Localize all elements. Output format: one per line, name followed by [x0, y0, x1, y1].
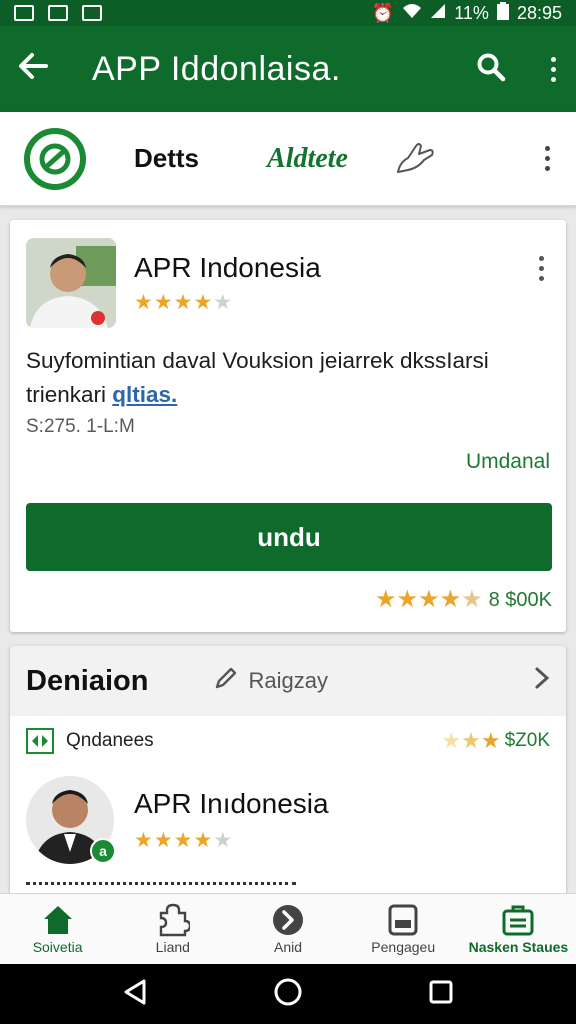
nav-item-status[interactable]: Nasken Staues [461, 894, 576, 964]
truncated-text [26, 882, 296, 892]
app-status: Umdanal [465, 450, 550, 473]
nav-label-status: Nasken Staues [468, 939, 569, 955]
status-bar: ⏰ 11% 28:95 [0, 0, 576, 26]
search-icon[interactable] [476, 52, 506, 87]
hand-pointer-icon[interactable] [394, 136, 438, 181]
nav-item-device[interactable]: Pengageu [346, 894, 461, 964]
nav-item-apps[interactable]: Liand [115, 894, 230, 964]
battery-icon [496, 1, 509, 25]
app-description: Suyfomintian daval Vouksion jeiarrek dks… [26, 344, 556, 412]
app-name: APR Indonesia [134, 252, 321, 283]
app-rating-stars: ★ ★ ★ ★ ★ [134, 291, 233, 314]
verified-badge-icon: a [90, 838, 116, 864]
more-vert-icon[interactable] [548, 56, 558, 82]
app-size: S:275. 1-L:M [26, 416, 135, 437]
puzzle-icon [159, 903, 190, 937]
home-circle-icon[interactable] [273, 977, 303, 1012]
image-notification-icon [14, 5, 34, 21]
app-logo-icon[interactable] [24, 127, 86, 190]
section-edit-action[interactable]: Raigzay [214, 666, 328, 696]
nav-label-apps: Liand [155, 939, 190, 955]
nav-label-discover: Anid [273, 939, 303, 955]
app-bar-title: APP Iddonlaisa. [92, 49, 341, 88]
description-link[interactable]: qltias. [112, 382, 177, 407]
bottom-navigation: Soivetia Liand Anid Pengageu Nasken Stau… [0, 893, 576, 964]
arrow-back-icon[interactable] [18, 52, 58, 86]
app-bar: APP Iddonlaisa. [0, 26, 576, 112]
section-card: Deniaion Raigzay Qndanees ★ ★ ★ $Z0K a A… [10, 646, 566, 906]
alarm-icon: ⏰ [371, 2, 395, 23]
section-sub-stars: ★ ★ ★ [441, 728, 501, 753]
device-icon [388, 904, 418, 936]
notification-icons [14, 5, 102, 21]
tab-details[interactable]: Detts [134, 143, 199, 174]
chevron-right-icon[interactable] [534, 664, 550, 698]
section-sub-rating: ★ ★ ★ $Z0K [441, 730, 550, 752]
app-avatar-image [26, 238, 116, 328]
card-more-icon[interactable] [536, 256, 546, 281]
nav-label-device: Pengageu [371, 939, 436, 955]
app-detail-card: APR Indonesia ★ ★ ★ ★ ★ Suyfomintian daval V… [10, 220, 566, 632]
install-button[interactable]: undu [26, 503, 552, 571]
category-strip: Detts Aldtete [0, 112, 576, 206]
arrow-circle-icon [273, 905, 303, 935]
back-triangle-icon[interactable] [122, 978, 148, 1011]
wifi-icon [402, 3, 422, 24]
footer-rating-value: 8 $00K [488, 588, 552, 611]
document-notification-icon [48, 5, 68, 21]
nav-item-home[interactable]: Soivetia [0, 894, 115, 964]
briefcase-icon [502, 905, 534, 936]
strip-more-icon[interactable] [542, 146, 552, 171]
item-name: APR Inıdonesia [134, 788, 329, 819]
footer-rating-stars: ★ ★ ★ ★ ★ [375, 586, 483, 613]
clipboard-notification-icon [82, 5, 102, 21]
nav-item-discover[interactable]: Anid [230, 894, 345, 964]
section-edit-label: Raigzay [248, 668, 328, 693]
pencil-icon [214, 666, 238, 696]
footer-rating: ★ ★ ★ ★ ★ 8 $00K [375, 588, 552, 612]
item-rating-stars: ★ ★ ★ ★ ★ [134, 829, 233, 852]
section-title: Deniaion [26, 664, 149, 697]
signal-icon [430, 3, 446, 24]
home-icon [43, 906, 72, 934]
section-sub-rating-value: $Z0K [504, 730, 550, 751]
code-brackets-icon [26, 728, 54, 754]
description-text: Suyfomintian daval Vouksion jeiarrek dks… [26, 348, 489, 407]
section-subheader: Qndanees ★ ★ ★ $Z0K [26, 728, 550, 754]
system-navigation-bar [0, 964, 576, 1024]
brand-wordmark[interactable]: Aldtete [267, 143, 348, 175]
system-status: ⏰ 11% 28:95 [371, 1, 562, 25]
nav-label-home: Soivetia [32, 939, 83, 955]
section-sub-label: Qndanees [66, 730, 154, 751]
section-header[interactable]: Deniaion Raigzay [10, 646, 566, 716]
battery-percent: 11% [454, 2, 489, 23]
clock-time: 28:95 [516, 2, 562, 23]
recents-square-icon[interactable] [428, 979, 454, 1010]
